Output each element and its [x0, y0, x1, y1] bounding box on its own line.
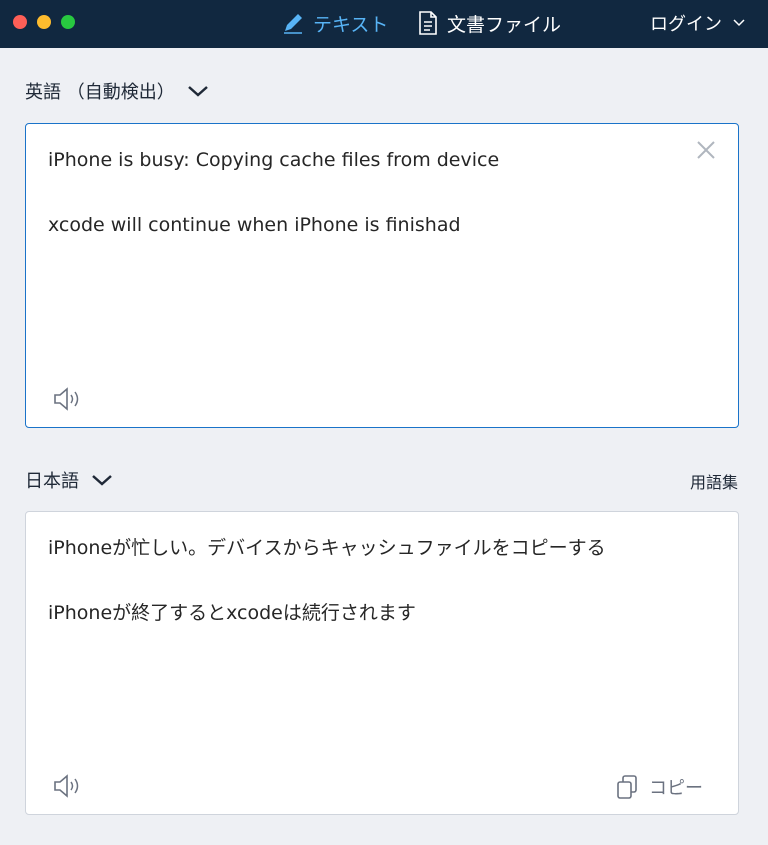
source-text[interactable]: iPhone is busy: Copying cache files from…	[48, 144, 678, 274]
chevron-down-icon	[187, 86, 208, 97]
tab-text[interactable]: テキスト	[281, 8, 388, 38]
translation-text[interactable]: iPhoneが忙しい。デバイスからキャッシュファイルをコピーする iPhoneが…	[48, 532, 678, 662]
login-label: ログイン	[650, 14, 722, 35]
copy-icon	[617, 775, 637, 799]
translation-result-area: iPhoneが忙しい。デバイスからキャッシュファイルをコピーする iPhoneが…	[25, 511, 739, 815]
clear-icon[interactable]	[694, 138, 718, 162]
source-text-area[interactable]: iPhone is busy: Copying cache files from…	[25, 123, 739, 428]
speaker-icon[interactable]	[52, 772, 84, 800]
chevron-down-icon	[733, 19, 745, 27]
document-icon	[419, 11, 437, 35]
copy-button[interactable]: コピー	[615, 774, 703, 800]
login-menu[interactable]: ログイン	[650, 8, 746, 38]
target-language-label: 日本語	[25, 471, 79, 492]
zoom-window-button[interactable]	[61, 15, 75, 29]
speaker-icon[interactable]	[52, 385, 84, 413]
source-line: iPhone is busy: Copying cache files from…	[48, 149, 500, 171]
target-language-selector[interactable]: 日本語	[25, 467, 113, 493]
source-language-label: 英語 （自動検出）	[25, 82, 175, 103]
title-bar: テキスト 文書ファイル ログイン	[0, 0, 768, 48]
chevron-down-icon	[92, 475, 112, 486]
source-language-selector[interactable]: 英語 （自動検出）	[25, 78, 209, 104]
translation-line: iPhoneが忙しい。デバイスからキャッシュファイルをコピーする	[48, 537, 606, 559]
copy-label: コピー	[649, 778, 703, 799]
glossary-link[interactable]: 用語集	[690, 469, 738, 493]
source-line: xcode will continue when iPhone is finis…	[48, 214, 461, 236]
tab-text-label: テキスト	[313, 13, 389, 36]
close-window-button[interactable]	[13, 15, 27, 29]
minimize-window-button[interactable]	[37, 15, 51, 29]
tab-document-file[interactable]: 文書ファイル	[417, 8, 561, 38]
tab-document-file-label: 文書ファイル	[447, 13, 562, 36]
translation-line: iPhoneが終了するとxcodeは続行されます	[48, 602, 416, 624]
pencil-icon	[284, 14, 302, 34]
